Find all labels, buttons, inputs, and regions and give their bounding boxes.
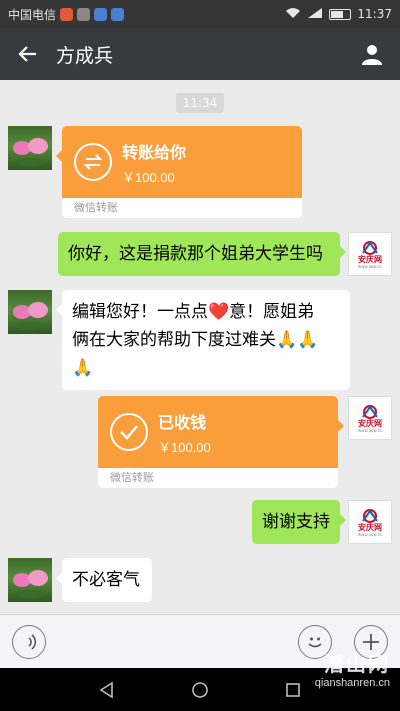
pray-icon: 🙏	[72, 358, 94, 377]
checkmark-icon	[110, 413, 148, 451]
nav-home-icon[interactable]	[191, 681, 209, 699]
message-text: 编辑您好！一点点	[72, 302, 208, 321]
message-list[interactable]: 11:34 转账给你 ￥100.00 微信转账 安庆网 www.aqw.cc 你…	[0, 80, 400, 614]
transfer-arrows-icon	[74, 143, 112, 181]
contact-avatar[interactable]	[8, 558, 52, 602]
lotus-icon	[13, 570, 48, 598]
voice-button[interactable]	[12, 625, 46, 659]
lotus-icon	[13, 138, 48, 166]
logo-mark-icon	[359, 507, 381, 523]
app-icon-2	[111, 7, 125, 21]
arrow-left-icon	[18, 46, 36, 62]
battery-icon	[329, 8, 352, 20]
watermark-logo: 潜山网	[324, 654, 390, 676]
transfer-card-received[interactable]: 转账给你 ￥100.00 微信转账	[56, 126, 302, 218]
chat-title: 方成兵	[56, 45, 114, 67]
cloud-icon	[77, 7, 91, 21]
watermark: 潜山网 qianshanren.cn	[315, 648, 390, 689]
transfer-amount: ￥100.00	[158, 439, 211, 455]
contact-avatar[interactable]	[8, 290, 52, 334]
logo-url: www.aqw.cc	[357, 264, 383, 269]
back-button[interactable]	[0, 28, 56, 80]
transfer-amount: ￥100.00	[122, 169, 175, 185]
message-bubble[interactable]: 不必客气	[56, 558, 152, 602]
transfer-footer: 微信转账	[110, 471, 154, 484]
logo-text: 安庆网	[358, 255, 382, 264]
person-icon	[362, 45, 382, 65]
message-bubble[interactable]: 你好，这是捐款那个姐弟大学生吗	[58, 232, 346, 276]
nav-back-icon[interactable]	[98, 681, 116, 699]
contact-info-button[interactable]	[344, 28, 400, 80]
transfer-footer: 微信转账	[74, 201, 118, 214]
message-text: 俩在大家的帮助下度过难关	[72, 330, 276, 349]
pray-icon: 🙏🙏	[276, 330, 319, 349]
logo-text: 安庆网	[358, 523, 382, 532]
wifi-icon	[285, 7, 301, 22]
logo-url: www.aqw.cc	[357, 428, 383, 433]
my-avatar[interactable]: 安庆网 www.aqw.cc	[348, 232, 392, 276]
message-timestamp: 11:34	[176, 93, 224, 113]
logo-url: www.aqw.cc	[357, 532, 383, 537]
lotus-icon	[13, 302, 48, 330]
carrier-label: 中国电信	[8, 7, 57, 22]
watermark-url: qianshanren.cn	[314, 677, 390, 689]
contact-avatar[interactable]	[8, 126, 52, 170]
my-avatar[interactable]: 安庆网 www.aqw.cc	[348, 500, 392, 544]
clock: 11:37	[357, 7, 392, 21]
nav-recents-icon[interactable]	[284, 681, 302, 699]
notification-icon	[60, 7, 74, 21]
heart-icon: ❤️	[208, 302, 230, 321]
message-text: 谢谢支持	[262, 512, 330, 531]
message-bubble[interactable]: 编辑您好！一点点❤️意！愿姐弟 俩在大家的帮助下度过难关🙏🙏 🙏	[56, 290, 350, 390]
message-bubble[interactable]: 谢谢支持	[252, 500, 346, 544]
logo-mark-icon	[359, 239, 381, 255]
signal-icon	[307, 7, 323, 22]
logo-mark-icon	[359, 403, 381, 419]
message-text: 不必客气	[72, 570, 140, 589]
transfer-title: 转账给你	[122, 144, 187, 162]
chat-header: 方成兵	[0, 28, 400, 80]
logo-text: 安庆网	[358, 419, 382, 428]
app-icon	[94, 7, 108, 21]
transfer-title: 已收钱	[158, 414, 207, 432]
status-bar: 中国电信 11:37	[0, 0, 400, 28]
message-text: 你好，这是捐款那个姐弟大学生吗	[68, 244, 323, 263]
voice-icon	[25, 634, 37, 650]
my-avatar[interactable]: 安庆网 www.aqw.cc	[348, 396, 392, 440]
message-text: 意！愿姐弟	[229, 302, 315, 321]
transfer-card-accepted[interactable]: 已收钱 ￥100.00 微信转账	[98, 396, 344, 488]
